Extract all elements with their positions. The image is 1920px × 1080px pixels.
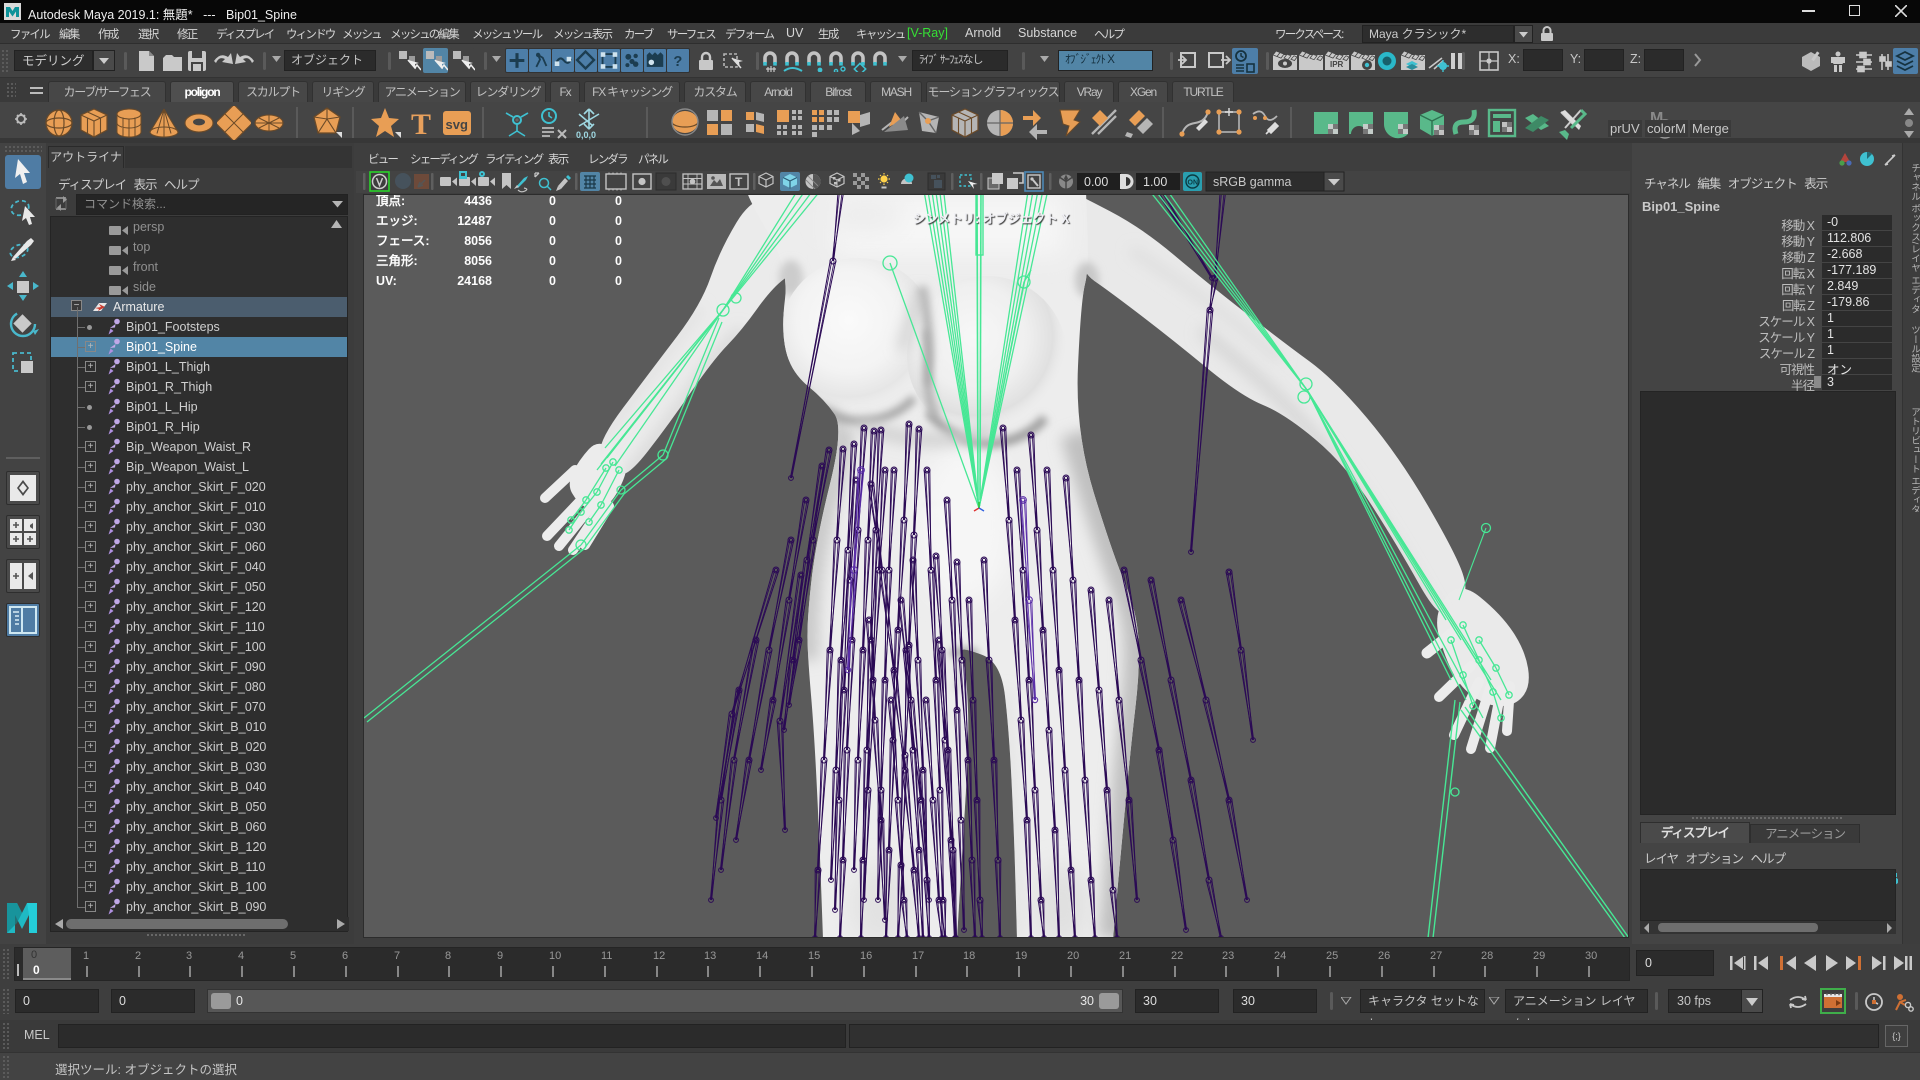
svg-text:T: T	[411, 108, 431, 140]
svg-text:8056: 8056	[464, 234, 492, 248]
svg-text:IPR: IPR	[1330, 60, 1344, 69]
svg-text:0: 0	[615, 195, 622, 208]
svg-text:ON: ON	[1188, 180, 1199, 187]
svg-text:0: 0	[549, 195, 556, 208]
svg-text:8056: 8056	[464, 254, 492, 268]
svg-text:0.00: 0.00	[1084, 175, 1108, 189]
svg-text:0,0,0: 0,0,0	[576, 130, 596, 140]
svg-text:1.00: 1.00	[1143, 175, 1167, 189]
svg-text:UV:: UV:	[376, 274, 397, 288]
svg-text:4436: 4436	[464, 195, 492, 208]
svg-text:0: 0	[549, 274, 556, 288]
svg-text:0: 0	[615, 254, 622, 268]
svg-text:頂点:: 頂点:	[376, 195, 405, 208]
svg-text:?: ?	[673, 54, 682, 70]
svg-text:0: 0	[615, 274, 622, 288]
svg-text:三角形:: 三角形:	[376, 253, 418, 268]
svg-text:sRGB gamma: sRGB gamma	[1213, 175, 1292, 189]
svg-text:0: 0	[615, 214, 622, 228]
svg-text:0: 0	[615, 234, 622, 248]
svg-text:12487: 12487	[457, 214, 492, 228]
svg-text:エッジ:: エッジ:	[376, 214, 418, 228]
svg-text:フェース:: フェース:	[376, 234, 430, 248]
svg-text:0: 0	[549, 234, 556, 248]
svg-text:24168: 24168	[457, 274, 492, 288]
svg-text:シンメトリ: オブジェクト X: シンメトリ: オブジェクト X	[913, 211, 1070, 226]
svg-text:0: 0	[549, 254, 556, 268]
svg-text:0: 0	[549, 214, 556, 228]
svg-text:T: T	[735, 175, 743, 189]
svg-text:svg: svg	[446, 117, 468, 132]
